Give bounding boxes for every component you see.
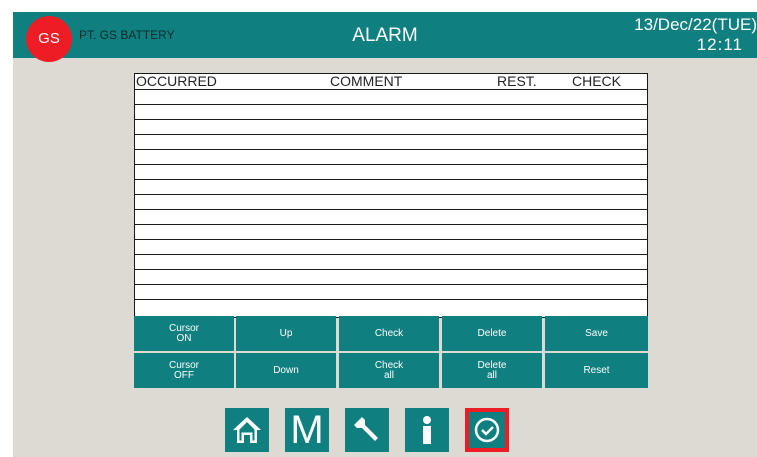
reset-button[interactable]: Reset	[545, 353, 648, 388]
home-button[interactable]	[225, 408, 269, 452]
up-button[interactable]: Up	[236, 316, 336, 351]
table-row[interactable]	[135, 149, 647, 163]
table-row[interactable]	[135, 299, 647, 313]
settings-button[interactable]	[345, 408, 389, 452]
column-check: CHECK	[572, 73, 622, 89]
info-button[interactable]	[405, 408, 449, 452]
table-row[interactable]	[135, 119, 647, 133]
hmi-screen: GS PT. GS BATTERY ALARM 13/Dec/22(TUE) 1…	[13, 12, 757, 457]
home-icon	[233, 417, 261, 443]
table-row[interactable]	[135, 269, 647, 283]
datetime-display: 13/Dec/22(TUE) 12:11	[617, 15, 757, 55]
column-comment: COMMENT	[330, 73, 403, 89]
check-button[interactable]: Check	[339, 316, 439, 351]
table-row[interactable]	[135, 134, 647, 148]
down-button[interactable]: Down	[236, 353, 336, 388]
header-bar: GS PT. GS BATTERY ALARM 13/Dec/22(TUE) 1…	[13, 12, 757, 62]
column-rest: REST.	[497, 73, 537, 89]
cursor-off-button[interactable]: Cursor OFF	[134, 353, 234, 388]
table-row[interactable]	[135, 89, 647, 103]
clock-icon	[474, 417, 500, 443]
date-text: 13/Dec/22(TUE)	[634, 15, 757, 34]
time-text: 12:11	[696, 35, 743, 54]
table-row[interactable]	[135, 254, 647, 268]
alarm-nav-button[interactable]	[465, 408, 509, 452]
table-row[interactable]	[135, 239, 647, 253]
delete-button[interactable]: Delete	[442, 316, 542, 351]
table-row[interactable]	[135, 284, 647, 298]
table-row[interactable]	[135, 209, 647, 223]
save-button[interactable]: Save	[545, 316, 648, 351]
check-all-button[interactable]: Check all	[339, 353, 439, 388]
table-row[interactable]	[135, 224, 647, 238]
table-row[interactable]	[135, 164, 647, 178]
table-row[interactable]	[135, 104, 647, 118]
manual-mode-button[interactable]: M	[285, 408, 329, 452]
table-row[interactable]	[135, 179, 647, 193]
delete-all-button[interactable]: Delete all	[442, 353, 542, 388]
cursor-on-button[interactable]: Cursor ON	[134, 316, 234, 351]
info-icon	[423, 416, 431, 444]
table-header: OCCURRED COMMENT REST. CHECK	[135, 74, 647, 89]
manual-mode-label: M	[290, 408, 324, 452]
table-row[interactable]	[135, 194, 647, 208]
wrench-icon	[354, 417, 378, 441]
alarm-table: OCCURRED COMMENT REST. CHECK	[134, 73, 648, 318]
column-occurred: OCCURRED	[136, 73, 217, 89]
